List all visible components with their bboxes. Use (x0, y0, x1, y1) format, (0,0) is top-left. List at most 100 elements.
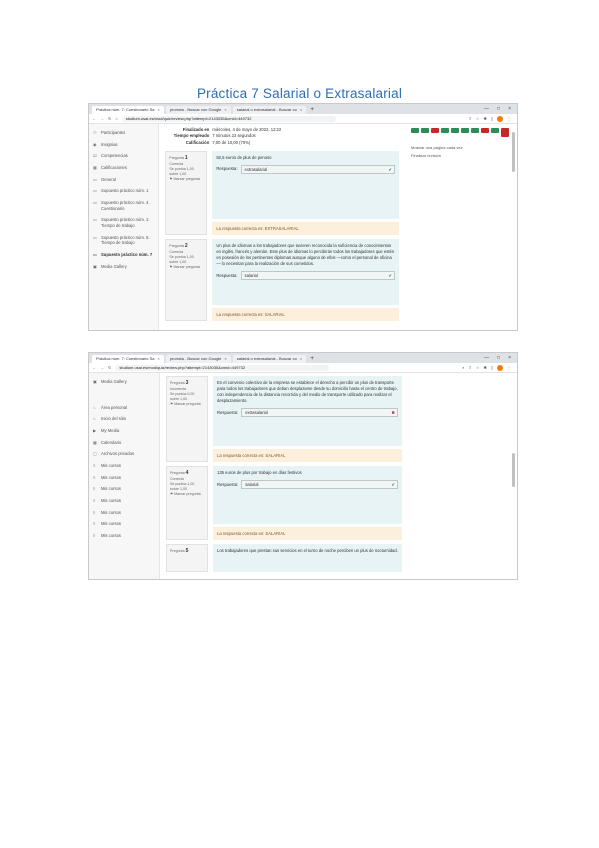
scrollbar[interactable] (512, 453, 515, 487)
maximize-icon[interactable]: □ (497, 105, 500, 114)
question-points: Se puntúa 0,00 sobre 1,00 (170, 392, 195, 402)
close-icon[interactable]: × (224, 107, 226, 112)
sidebar-item[interactable]: ≡ Mis cursos (89, 530, 159, 542)
sidebar-item[interactable]: ▣ Media Gallery (89, 376, 159, 388)
show-one-page-link[interactable]: Mostrar una página cada vez (411, 145, 511, 150)
forward-icon[interactable]: → (100, 365, 104, 370)
url-input[interactable]: studium.usal.es/mod/quiz/review.php?atte… (115, 364, 330, 371)
close-icon[interactable]: × (300, 107, 302, 112)
sidebar-item[interactable]: ▭ Supuesto práctico núm. 4. Cuestionario (89, 197, 158, 214)
answer-label: Respuesta: (217, 481, 239, 487)
close-icon[interactable]: × (224, 356, 226, 361)
sidebar-item-current[interactable]: ▭ Supuesto práctico núm. 7 (89, 249, 158, 261)
sidebar-toggle-icon[interactable]: ▯ (491, 365, 493, 370)
sidebar-item[interactable]: ⚇ Participantes (89, 127, 158, 139)
nav-question-correct[interactable] (451, 128, 459, 133)
finish-review-link[interactable]: Finalizar revisión (411, 153, 511, 158)
answer-select[interactable]: salarial ✔ (240, 271, 395, 281)
star-icon[interactable]: ☆ (476, 365, 480, 370)
avatar[interactable] (497, 115, 503, 122)
sidebar-item[interactable]: ▭ General (89, 174, 158, 186)
question-info: Pregunta 5 (166, 544, 208, 572)
sidebar-item[interactable]: ▭ Supuesto práctico núm. 2. Tiempo de tra… (89, 214, 158, 231)
feedback-box: La respuesta correcta es: SALARIAL (213, 449, 402, 462)
home-icon[interactable]: ⌂ (115, 116, 117, 121)
sidebar-item[interactable]: ⌂ Inicio del sitio (89, 413, 159, 425)
browser-tab[interactable]: prorrata - Buscar con Google × (165, 106, 231, 114)
sidebar-item[interactable]: ≡ Mis cursos (89, 507, 159, 519)
reload-icon[interactable]: ↻ (108, 365, 111, 370)
folder-icon: ▭ (93, 217, 97, 223)
maximize-icon[interactable]: □ (497, 354, 500, 363)
sidebar-item[interactable]: ▭ Supuesto práctico núm. 6. Tiempo de tra… (89, 232, 158, 249)
flag-question-link[interactable]: ⚑ Marcar pregunta (169, 265, 203, 270)
new-tab-icon[interactable]: + (308, 355, 316, 363)
nav-question-correct[interactable] (491, 128, 499, 133)
extension-icon[interactable]: ✱ (483, 116, 486, 121)
sidebar-item-label: Competencias (101, 153, 128, 159)
nav-question-incorrect[interactable] (501, 128, 509, 137)
sidebar-toggle-icon[interactable]: ▯ (491, 116, 493, 121)
nav-question-incorrect[interactable] (431, 128, 439, 133)
answer-select[interactable]: salarial ✔ (241, 480, 398, 490)
browser-tab[interactable]: Práctica núm. 7: Cuestionario Sa × (92, 355, 164, 363)
answer-select[interactable]: extrasalarial ✖ (241, 408, 398, 418)
nav-question-correct[interactable] (421, 128, 429, 133)
extension-icon[interactable]: ✱ (483, 365, 486, 370)
close-icon[interactable]: × (300, 356, 302, 361)
sidebar-item[interactable]: ≡ Mis cursos (89, 472, 159, 484)
minimize-icon[interactable]: — (484, 354, 489, 363)
sidebar-item[interactable]: ◉ Insignias (89, 139, 158, 151)
flag-question-link[interactable]: ⚑ Marcar pregunta (170, 492, 204, 497)
sidebar-item[interactable]: ⌂ Área personal (89, 402, 159, 414)
sidebar-item[interactable]: ▭ Supuesto práctico núm. 1 (89, 185, 158, 197)
url-input[interactable]: studium.usal.es/mod/quiz/review.php?atte… (121, 115, 336, 122)
browser-tab[interactable]: salarial o extrasalarial - Buscar co × (232, 106, 307, 114)
flag-question-link[interactable]: ⚑ Marcar pregunta (169, 177, 203, 182)
sidebar-item[interactable]: ▣ Media Gallery (89, 261, 158, 273)
back-icon[interactable]: ← (92, 116, 96, 121)
close-icon[interactable]: × (157, 107, 159, 112)
sidebar-item[interactable]: ▦ Calificaciones (89, 162, 158, 174)
flag-question-link[interactable]: ⚑ Marcar pregunta (170, 402, 204, 407)
sidebar-item[interactable]: ≡ Mis cursos (89, 460, 159, 472)
search-icon[interactable]: ⌕ (462, 365, 464, 370)
nav-question-correct[interactable] (471, 128, 479, 133)
browser-tab[interactable]: salarial o extrasalarial - Buscar co × (232, 355, 307, 363)
forward-icon[interactable]: → (100, 116, 104, 121)
address-bar: ← → ↻ ⌂ studium.usal.es/mod/quiz/review.… (89, 114, 517, 124)
nav-question-correct[interactable] (461, 128, 469, 133)
scrollbar[interactable] (512, 132, 515, 172)
browser-tab[interactable]: prorrata - Buscar con Google × (165, 355, 231, 363)
close-window-icon[interactable]: × (508, 354, 511, 363)
star-icon[interactable]: ☆ (476, 116, 480, 121)
nav-question-incorrect[interactable] (481, 128, 489, 133)
share-icon[interactable]: ⇪ (468, 365, 471, 370)
close-icon[interactable]: × (157, 356, 159, 361)
sidebar-item[interactable]: ≡ Mis cursos (89, 518, 159, 530)
sidebar-item[interactable]: ≡ Mis cursos (89, 495, 159, 507)
share-icon[interactable]: ⇪ (468, 116, 471, 121)
browser-tab[interactable]: Práctica núm. 7: Cuestionario Sa × (92, 106, 164, 114)
reload-icon[interactable]: ↻ (108, 116, 111, 121)
sidebar-item[interactable]: ▶ My Media (89, 425, 159, 437)
sidebar-item[interactable]: ▢ Archivos privados (89, 448, 159, 460)
sidebar-item[interactable]: ≡ Mis cursos (89, 483, 159, 495)
menu-icon[interactable]: ⋮ (507, 116, 511, 121)
close-window-icon[interactable]: × (508, 105, 511, 114)
question-number-label: Pregunta (169, 155, 184, 160)
minimize-icon[interactable]: — (484, 105, 489, 114)
question-info: Pregunta 3 Incorrecta Se puntúa 0,00 sob… (166, 376, 208, 462)
sidebar-item-label: Calendario (101, 439, 122, 445)
sidebar-item[interactable]: ▦ Calendario (89, 437, 159, 449)
menu-icon[interactable]: ⋮ (507, 365, 511, 370)
question-text: Un plus de idiomas a los trabajadores qu… (216, 242, 395, 267)
avatar[interactable] (497, 364, 503, 371)
new-tab-icon[interactable]: + (308, 106, 316, 114)
nav-question-correct[interactable] (441, 128, 449, 133)
quiz-review: Finalizado en miércoles, 4 de mayo de 202… (159, 124, 405, 330)
nav-question-correct[interactable] (411, 128, 419, 133)
answer-select[interactable]: extrasalarial ✔ (240, 164, 395, 174)
sidebar-item[interactable]: ☑ Competencias (89, 150, 158, 162)
back-icon[interactable]: ← (92, 365, 96, 370)
